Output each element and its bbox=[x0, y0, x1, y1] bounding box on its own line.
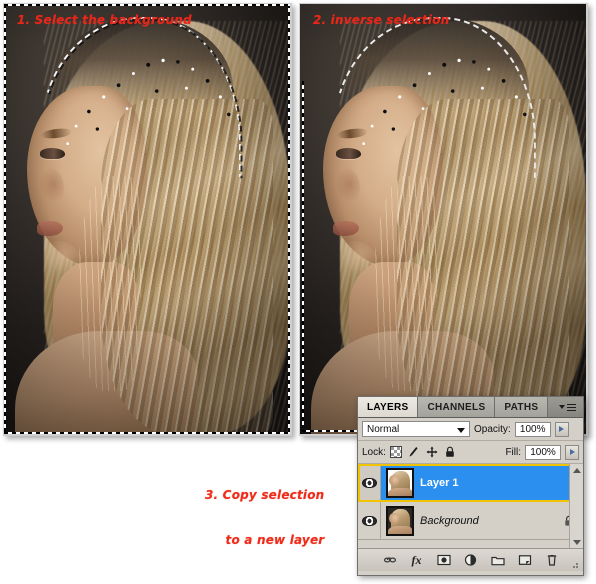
menu-lines-icon bbox=[567, 403, 576, 411]
layer-visibility-toggle[interactable] bbox=[358, 502, 381, 539]
delete-layer-icon[interactable] bbox=[545, 553, 559, 567]
annotation-step-1: 1. Select the background bbox=[17, 13, 192, 27]
layer-visibility-toggle[interactable] bbox=[358, 464, 381, 501]
chevron-right-icon bbox=[569, 449, 575, 455]
chevron-up-icon bbox=[572, 467, 581, 473]
tab-channels[interactable]: CHANNELS bbox=[418, 397, 496, 417]
thumbnail-body bbox=[388, 525, 412, 534]
add-layer-mask-icon[interactable] bbox=[436, 553, 451, 567]
photo-panel-step2: 2. inverse selection bbox=[300, 4, 586, 434]
lock-position-icon[interactable] bbox=[426, 446, 438, 458]
thumbnail-face bbox=[389, 513, 400, 524]
thumbnail-face bbox=[389, 475, 400, 486]
layer-row-background[interactable]: Background bbox=[358, 502, 583, 540]
annotation-step-3: 3. Copy selection to a new layer bbox=[205, 458, 324, 563]
blend-opacity-row: Normal Opacity: 100% bbox=[358, 418, 583, 441]
lock-fill-row: Lock: Fill: 100% bbox=[358, 441, 583, 464]
scroll-down-button[interactable] bbox=[571, 536, 583, 548]
panel-tab-strip: LAYERS CHANNELS PATHS bbox=[358, 397, 583, 418]
tab-layers[interactable]: LAYERS bbox=[358, 397, 419, 417]
opacity-input[interactable]: 100% bbox=[514, 421, 551, 437]
thumbnail-body bbox=[388, 487, 412, 496]
eye-icon bbox=[361, 515, 377, 526]
new-adjustment-layer-icon[interactable] bbox=[464, 553, 478, 567]
blend-mode-value: Normal bbox=[367, 423, 400, 435]
hair-loose-strands bbox=[78, 176, 142, 391]
new-layer-icon[interactable] bbox=[518, 553, 532, 567]
blend-mode-select[interactable]: Normal bbox=[362, 421, 470, 437]
lock-all-icon[interactable] bbox=[444, 446, 456, 458]
photo-panel-step1: 1. Select the background bbox=[4, 4, 290, 434]
annotation-step-3-line1: 3. Copy selection bbox=[205, 488, 325, 502]
lock-image-pixels-icon[interactable] bbox=[408, 446, 420, 458]
annotation-step-2: 2. inverse selection bbox=[313, 13, 450, 27]
annotation-step-3-line2: to a new layer bbox=[225, 533, 325, 547]
eye bbox=[335, 148, 362, 160]
opacity-slider-button[interactable] bbox=[554, 421, 569, 437]
chevron-down-icon bbox=[572, 539, 581, 545]
layers-panel-toolbar: fx bbox=[358, 548, 583, 571]
layer-row-layer-1[interactable]: Layer 1 bbox=[358, 464, 583, 502]
panel-menu-icon[interactable] bbox=[552, 397, 583, 417]
layer-list: Layer 1 Background bbox=[358, 464, 583, 548]
resize-grip-icon[interactable] bbox=[573, 562, 580, 569]
layer1-thumbnail[interactable] bbox=[386, 467, 414, 498]
link-layers-icon[interactable] bbox=[383, 553, 397, 567]
fill-input[interactable]: 100% bbox=[525, 444, 561, 460]
lips bbox=[332, 221, 359, 236]
lock-label: Lock: bbox=[362, 446, 386, 458]
new-group-icon[interactable] bbox=[490, 553, 505, 567]
chevron-down-icon bbox=[457, 428, 465, 433]
lips bbox=[36, 221, 63, 236]
fill-slider-button[interactable] bbox=[565, 444, 579, 460]
lock-transparent-pixels-icon[interactable] bbox=[389, 446, 402, 458]
layer-name-layer-1: Layer 1 bbox=[420, 476, 459, 489]
chevron-right-icon bbox=[559, 426, 565, 432]
chevron-down-icon bbox=[559, 405, 565, 409]
layer-list-scrollbar[interactable] bbox=[569, 464, 583, 548]
layers-panel: LAYERS CHANNELS PATHS Normal Opacity: 10… bbox=[357, 396, 584, 576]
background-thumbnail[interactable] bbox=[386, 505, 414, 536]
tab-paths[interactable]: PATHS bbox=[495, 397, 549, 417]
lock-icon-group bbox=[389, 446, 456, 458]
hair-loose-strands bbox=[374, 176, 438, 391]
eye-icon bbox=[361, 477, 377, 488]
layer-style-fx-icon[interactable]: fx bbox=[410, 553, 424, 567]
scroll-up-button[interactable] bbox=[571, 464, 583, 476]
fill-label: Fill: bbox=[505, 446, 521, 458]
opacity-label: Opacity: bbox=[474, 423, 511, 435]
layer-name-background: Background bbox=[420, 514, 479, 527]
eye bbox=[39, 148, 66, 160]
